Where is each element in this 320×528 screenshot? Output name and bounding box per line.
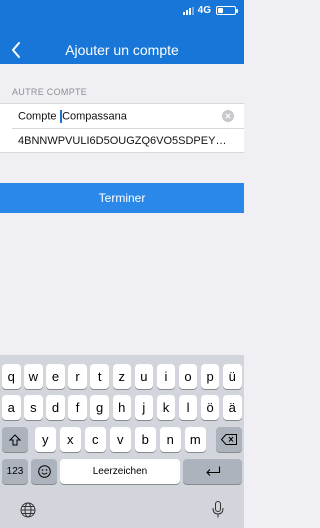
secret-key-field[interactable]: 4BNNWPVULI6D5OUGZQ6VO5SDPEYUPN...: [12, 128, 244, 152]
clear-icon[interactable]: [222, 110, 234, 122]
key-ö[interactable]: ö: [200, 395, 220, 420]
numbers-key[interactable]: 123: [2, 459, 28, 484]
done-button[interactable]: Terminer: [0, 183, 244, 213]
section-label: AUTRE COMPTE: [12, 87, 88, 97]
key-z[interactable]: z: [112, 364, 131, 389]
key-k[interactable]: k: [156, 395, 176, 420]
delete-key[interactable]: [216, 427, 242, 452]
emoji-key[interactable]: [31, 459, 57, 484]
key-i[interactable]: i: [156, 364, 176, 389]
key-s[interactable]: s: [24, 395, 43, 420]
key-b[interactable]: b: [135, 427, 156, 452]
key-w[interactable]: w: [24, 364, 43, 389]
key-g[interactable]: g: [90, 395, 109, 420]
key-m[interactable]: m: [185, 427, 206, 452]
key-p[interactable]: p: [200, 364, 220, 389]
microphone-icon[interactable]: [212, 501, 224, 523]
return-icon: [205, 466, 220, 476]
space-key[interactable]: Leerzeichen: [60, 459, 180, 484]
shift-icon: [9, 433, 21, 445]
key-y[interactable]: y: [35, 427, 56, 452]
key-r[interactable]: r: [68, 364, 87, 389]
key-a[interactable]: a: [2, 395, 21, 420]
key-q[interactable]: q: [2, 364, 21, 389]
return-key[interactable]: [183, 459, 242, 484]
key-l[interactable]: l: [178, 395, 198, 420]
shift-key[interactable]: [2, 427, 28, 452]
key-d[interactable]: d: [46, 395, 65, 420]
key-f[interactable]: f: [68, 395, 87, 420]
key-ä[interactable]: ä: [223, 395, 242, 420]
delete-icon: [221, 434, 237, 445]
globe-icon[interactable]: [20, 502, 36, 523]
page-title: Ajouter un compte: [65, 42, 179, 58]
keyboard: q w e r t z u i o p ü a s d f g h j k l ö ä y x c v b n m 123 Leerzeic…: [0, 355, 244, 528]
key-n[interactable]: n: [160, 427, 181, 452]
account-name-value: Compte Compassana: [18, 109, 127, 123]
key-ü[interactable]: ü: [223, 364, 242, 389]
battery-icon: [216, 6, 238, 15]
key-v[interactable]: v: [110, 427, 131, 452]
key-j[interactable]: j: [134, 395, 154, 420]
account-name-field[interactable]: Compte Compassana: [0, 104, 244, 128]
key-e[interactable]: e: [46, 364, 65, 389]
status-bar: 4G: [0, 0, 244, 22]
key-x[interactable]: x: [60, 427, 81, 452]
emoji-icon: [37, 465, 51, 478]
signal-icon: [183, 7, 194, 15]
header: 4G Ajouter un compte: [0, 0, 244, 64]
form-group: Compte Compassana 4BNNWPVULI6D5OUGZQ6VO5…: [0, 103, 244, 153]
key-h[interactable]: h: [112, 395, 131, 420]
secret-key-value: 4BNNWPVULI6D5OUGZQ6VO5SDPEYUPN...: [18, 134, 228, 147]
key-c[interactable]: c: [85, 427, 106, 452]
nav-bar: Ajouter un compte: [0, 36, 244, 64]
key-u[interactable]: u: [134, 364, 154, 389]
network-type: 4G: [197, 5, 211, 16]
key-t[interactable]: t: [90, 364, 109, 389]
key-o[interactable]: o: [178, 364, 198, 389]
